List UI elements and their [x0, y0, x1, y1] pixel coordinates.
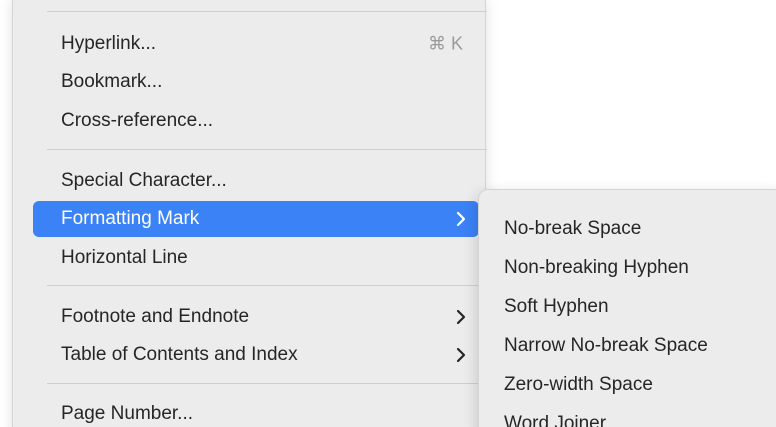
menu-item-label: Cross-reference...: [61, 110, 214, 131]
menu-item-table-of-contents-and-index[interactable]: Table of Contents and Index: [33, 337, 479, 373]
menu-item-page-number[interactable]: Page Number...: [33, 396, 479, 427]
chevron-right-icon: [456, 347, 466, 363]
menu-item-label: Table of Contents and Index: [61, 344, 298, 365]
submenu-item-label: Soft Hyphen: [504, 296, 609, 317]
menu-item-label: Bookmark...: [61, 71, 163, 92]
submenu-item-label: No-break Space: [504, 218, 642, 239]
formatting-mark-submenu: No-break Space Non-breaking Hyphen Soft …: [478, 189, 776, 427]
submenu-item-narrow-no-break-space[interactable]: Narrow No-break Space: [487, 328, 776, 364]
menu-separator: [47, 11, 487, 12]
submenu-item-non-breaking-hyphen[interactable]: Non-breaking Hyphen: [487, 250, 776, 286]
menu-separator: [47, 149, 487, 150]
chevron-right-icon: [456, 309, 466, 325]
menu-item-label: Special Character...: [61, 170, 227, 191]
submenu-item-label: Zero-width Space: [504, 374, 653, 395]
menu-item-label: Page Number...: [61, 403, 194, 424]
submenu-item-soft-hyphen[interactable]: Soft Hyphen: [487, 289, 776, 325]
menu-item-label: Formatting Mark: [61, 208, 200, 229]
menu-item-special-character[interactable]: Special Character...: [33, 163, 479, 199]
menu-item-label: Horizontal Line: [61, 247, 188, 268]
submenu-item-no-break-space[interactable]: No-break Space: [487, 211, 776, 247]
menu-item-horizontal-line[interactable]: Horizontal Line: [33, 240, 479, 276]
submenu-item-label: Narrow No-break Space: [504, 335, 708, 356]
submenu-item-label: Word Joiner: [504, 413, 607, 427]
menu-item-formatting-mark[interactable]: Formatting Mark: [33, 201, 479, 237]
menu-item-footnote-and-endnote[interactable]: Footnote and Endnote: [33, 299, 479, 335]
submenu-item-word-joiner[interactable]: Word Joiner: [487, 406, 776, 427]
menu-item-bookmark[interactable]: Bookmark...: [33, 64, 479, 100]
menu-separator: [47, 285, 487, 286]
insert-menu: Hyperlink... ⌘ K Bookmark... Cross-refer…: [12, 0, 487, 427]
menu-item-hyperlink[interactable]: Hyperlink... ⌘ K: [33, 26, 479, 62]
menu-item-label: Hyperlink...: [61, 33, 157, 54]
submenu-item-label: Non-breaking Hyphen: [504, 257, 689, 278]
page: Hyperlink... ⌘ K Bookmark... Cross-refer…: [0, 0, 776, 427]
menu-item-label: Footnote and Endnote: [61, 306, 250, 327]
menu-separator: [47, 383, 487, 384]
submenu-item-zero-width-space[interactable]: Zero-width Space: [487, 367, 776, 403]
menu-item-cross-reference[interactable]: Cross-reference...: [33, 103, 479, 139]
keyboard-shortcut: ⌘ K: [427, 33, 463, 54]
chevron-right-icon: [456, 211, 466, 227]
